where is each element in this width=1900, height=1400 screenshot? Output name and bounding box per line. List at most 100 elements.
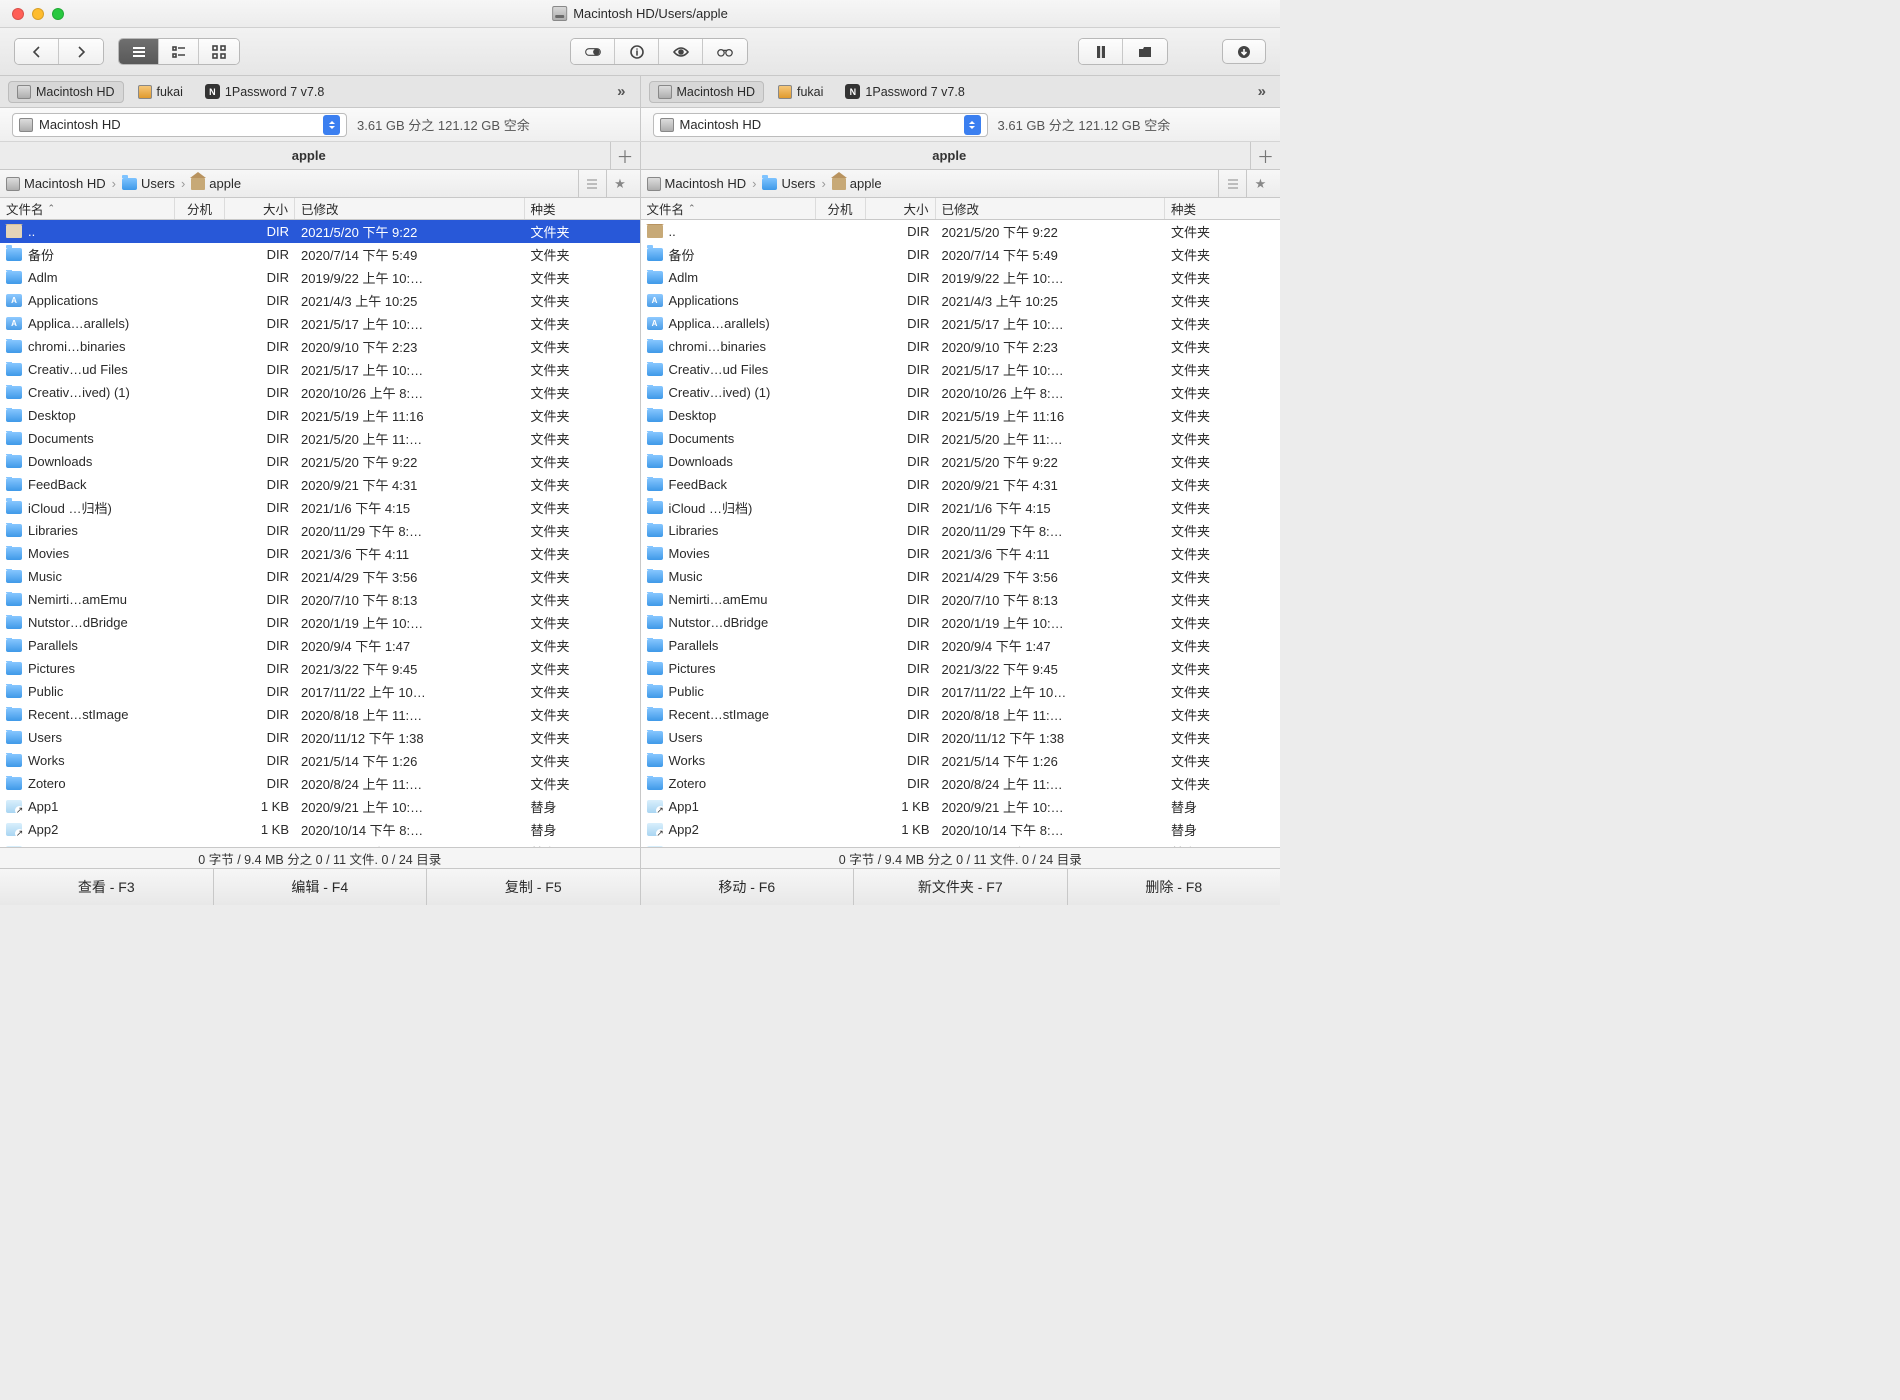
col-kind[interactable]: 种类	[1165, 198, 1280, 219]
star-icon[interactable]: ★	[606, 170, 634, 197]
file-row[interactable]: Nemirti…amEmuDIR2020/7/10 下午 8:13文件夹	[0, 588, 640, 611]
file-row[interactable]: PicturesDIR2021/3/22 下午 9:45文件夹	[0, 657, 640, 680]
view-columns-button[interactable]	[159, 39, 199, 64]
file-row[interactable]: LibrariesDIR2020/11/29 下午 8:…文件夹	[641, 519, 1281, 542]
breadcrumb-apple-left[interactable]: apple	[191, 176, 241, 191]
col-mod[interactable]: 已修改	[936, 198, 1166, 219]
list-mini-icon[interactable]	[578, 170, 606, 197]
file-row[interactable]: DownloadsDIR2021/5/20 下午 9:22文件夹	[641, 450, 1281, 473]
file-row[interactable]: MoviesDIR2021/3/6 下午 4:11文件夹	[641, 542, 1281, 565]
file-row[interactable]: App31 KB2020/9/10 上午 9:51替身	[0, 841, 640, 847]
file-row[interactable]: Creativ…ived) (1)DIR2020/10/26 上午 8:…文件夹	[0, 381, 640, 404]
move-button[interactable]: 移动 - F6	[641, 869, 855, 905]
file-row[interactable]: Creativ…ud FilesDIR2021/5/17 上午 10:…文件夹	[641, 358, 1281, 381]
breadcrumb-apple-right[interactable]: apple	[832, 176, 882, 191]
file-row[interactable]: FeedBackDIR2020/9/21 下午 4:31文件夹	[641, 473, 1281, 496]
file-row[interactable]: LibrariesDIR2020/11/29 下午 8:…文件夹	[0, 519, 640, 542]
file-row[interactable]: DocumentsDIR2021/5/20 上午 11:…文件夹	[0, 427, 640, 450]
view-grid-button[interactable]	[199, 39, 239, 64]
list-mini-icon[interactable]	[1218, 170, 1246, 197]
drive-tab-app-left[interactable]: N1Password 7 v7.8	[197, 81, 332, 102]
delete-button[interactable]: 删除 - F8	[1068, 869, 1281, 905]
file-row[interactable]: Applica…arallels)DIR2021/5/17 上午 10:…文件夹	[0, 312, 640, 335]
file-row[interactable]: Creativ…ud FilesDIR2021/5/17 上午 10:…文件夹	[0, 358, 640, 381]
minimize-window-button[interactable]	[32, 8, 44, 20]
path-tab-left[interactable]: apple	[8, 148, 610, 163]
star-icon[interactable]: ★	[1246, 170, 1274, 197]
drive-tab-fukai-right[interactable]: fukai	[770, 82, 831, 102]
col-name[interactable]: 文件名⌃	[0, 198, 175, 219]
file-row[interactable]: ApplicationsDIR2021/4/3 上午 10:25文件夹	[641, 289, 1281, 312]
file-row[interactable]: ZoteroDIR2020/8/24 上午 11:…文件夹	[0, 772, 640, 795]
file-row[interactable]: AdlmDIR2019/9/22 上午 10:…文件夹	[0, 266, 640, 289]
folder-action-button[interactable]	[1123, 39, 1167, 64]
file-row[interactable]: ..DIR2021/5/20 下午 9:22文件夹	[0, 220, 640, 243]
view-button[interactable]: 查看 - F3	[0, 869, 214, 905]
file-row[interactable]: chromi…binariesDIR2020/9/10 下午 2:23文件夹	[0, 335, 640, 358]
breadcrumb-hd-right[interactable]: Macintosh HD	[647, 176, 747, 191]
file-row[interactable]: Nutstor…dBridgeDIR2020/1/19 上午 10:…文件夹	[641, 611, 1281, 634]
file-row[interactable]: chromi…binariesDIR2020/9/10 下午 2:23文件夹	[641, 335, 1281, 358]
col-size[interactable]: 大小	[866, 198, 936, 219]
file-row[interactable]: DownloadsDIR2021/5/20 下午 9:22文件夹	[0, 450, 640, 473]
file-row[interactable]: ApplicationsDIR2021/4/3 上午 10:25文件夹	[0, 289, 640, 312]
file-row[interactable]: 备份DIR2020/7/14 下午 5:49文件夹	[641, 243, 1281, 266]
drive-tabs-more-right[interactable]: »	[1252, 83, 1272, 100]
drive-tab-fukai-left[interactable]: fukai	[130, 82, 191, 102]
copy-button[interactable]: 复制 - F5	[427, 869, 641, 905]
close-window-button[interactable]	[12, 8, 24, 20]
col-mod[interactable]: 已修改	[295, 198, 525, 219]
drive-tab-hd-right[interactable]: Macintosh HD	[649, 81, 765, 103]
toggle-hidden-button[interactable]	[571, 39, 615, 64]
volume-select-right[interactable]: Macintosh HD	[653, 113, 988, 137]
file-row[interactable]: ..DIR2021/5/20 下午 9:22文件夹	[641, 220, 1281, 243]
file-row[interactable]: MusicDIR2021/4/29 下午 3:56文件夹	[0, 565, 640, 588]
file-row[interactable]: Recent…stImageDIR2020/8/18 上午 11:…文件夹	[641, 703, 1281, 726]
file-row[interactable]: App11 KB2020/9/21 上午 10:…替身	[0, 795, 640, 818]
file-row[interactable]: Nutstor…dBridgeDIR2020/1/19 上午 10:…文件夹	[0, 611, 640, 634]
info-button[interactable]	[615, 39, 659, 64]
zoom-window-button[interactable]	[52, 8, 64, 20]
binoculars-button[interactable]	[703, 39, 747, 64]
breadcrumb-users-right[interactable]: Users	[762, 176, 815, 191]
quicklook-button[interactable]	[659, 39, 703, 64]
file-row[interactable]: UsersDIR2020/11/12 下午 1:38文件夹	[0, 726, 640, 749]
file-row[interactable]: ZoteroDIR2020/8/24 上午 11:…文件夹	[641, 772, 1281, 795]
edit-button[interactable]: 编辑 - F4	[214, 869, 428, 905]
newfolder-button[interactable]: 新文件夹 - F7	[854, 869, 1068, 905]
back-button[interactable]	[15, 39, 59, 64]
breadcrumb-hd-left[interactable]: Macintosh HD	[6, 176, 106, 191]
file-row[interactable]: 备份DIR2020/7/14 下午 5:49文件夹	[0, 243, 640, 266]
file-row[interactable]: DocumentsDIR2021/5/20 上午 11:…文件夹	[641, 427, 1281, 450]
breadcrumb-users-left[interactable]: Users	[122, 176, 175, 191]
file-row[interactable]: Creativ…ived) (1)DIR2020/10/26 上午 8:…文件夹	[641, 381, 1281, 404]
file-row[interactable]: MusicDIR2021/4/29 下午 3:56文件夹	[641, 565, 1281, 588]
file-row[interactable]: Applica…arallels)DIR2021/5/17 上午 10:…文件夹	[641, 312, 1281, 335]
new-tab-left[interactable]: ＋	[610, 142, 640, 169]
file-row[interactable]: UsersDIR2020/11/12 下午 1:38文件夹	[641, 726, 1281, 749]
view-list-button[interactable]	[119, 39, 159, 64]
col-ext[interactable]: 分机	[175, 198, 225, 219]
file-row[interactable]: Recent…stImageDIR2020/8/18 上午 11:…文件夹	[0, 703, 640, 726]
col-name[interactable]: 文件名⌃	[641, 198, 816, 219]
col-size[interactable]: 大小	[225, 198, 295, 219]
file-row[interactable]: PicturesDIR2021/3/22 下午 9:45文件夹	[641, 657, 1281, 680]
drive-tab-app-right[interactable]: N1Password 7 v7.8	[837, 81, 972, 102]
file-row[interactable]: PublicDIR2017/11/22 上午 10…文件夹	[0, 680, 640, 703]
file-row[interactable]: FeedBackDIR2020/9/21 下午 4:31文件夹	[0, 473, 640, 496]
file-row[interactable]: PublicDIR2017/11/22 上午 10…文件夹	[641, 680, 1281, 703]
file-row[interactable]: App11 KB2020/9/21 上午 10:…替身	[641, 795, 1281, 818]
file-row[interactable]: DesktopDIR2021/5/19 上午 11:16文件夹	[0, 404, 640, 427]
file-row[interactable]: ParallelsDIR2020/9/4 下午 1:47文件夹	[641, 634, 1281, 657]
file-row[interactable]: DesktopDIR2021/5/19 上午 11:16文件夹	[641, 404, 1281, 427]
drive-tabs-more-left[interactable]: »	[611, 83, 631, 100]
file-row[interactable]: ParallelsDIR2020/9/4 下午 1:47文件夹	[0, 634, 640, 657]
download-button[interactable]	[1222, 39, 1266, 64]
file-row[interactable]: WorksDIR2021/5/14 下午 1:26文件夹	[641, 749, 1281, 772]
drive-tab-hd-left[interactable]: Macintosh HD	[8, 81, 124, 103]
file-row[interactable]: App21 KB2020/10/14 下午 8:…替身	[641, 818, 1281, 841]
file-row[interactable]: App31 KB2020/9/10 上午 9:51替身	[641, 841, 1281, 847]
file-row[interactable]: MoviesDIR2021/3/6 下午 4:11文件夹	[0, 542, 640, 565]
file-row[interactable]: AdlmDIR2019/9/22 上午 10:…文件夹	[641, 266, 1281, 289]
file-row[interactable]: iCloud …归档)DIR2021/1/6 下午 4:15文件夹	[0, 496, 640, 519]
